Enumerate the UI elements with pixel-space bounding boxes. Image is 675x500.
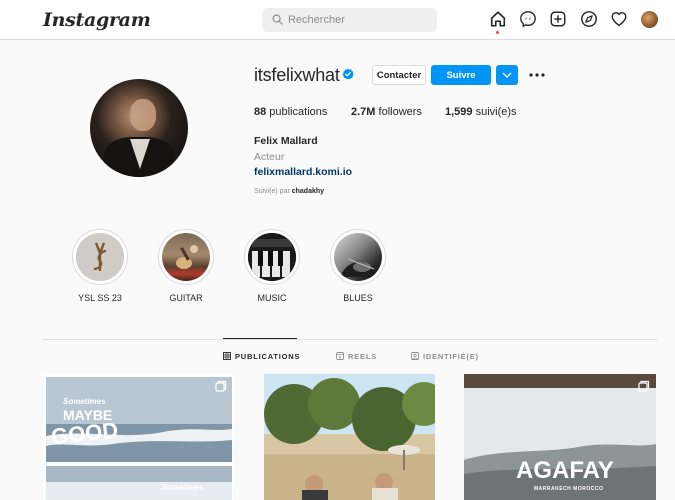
followed-by-user: chadakhy [291,188,325,195]
profile-full-name: Felix Mallard [254,135,318,147]
chevron-down-icon [502,72,512,79]
tagged-icon [411,352,419,360]
profile-username: itsfelixwhat [254,65,340,85]
carousel-icon [638,380,650,392]
profile-picture[interactable] [90,79,188,177]
tab-label: PUBLICATIONS [235,352,301,361]
post-text: AGAFAY [516,457,614,484]
post-thumbnail[interactable]: AGAFAY MARRAKECH MOROCCO [464,374,656,500]
highlight-ring [72,229,128,285]
tab-tagged[interactable]: IDENTIFIÉ(E) [411,352,479,361]
tab-publications[interactable]: PUBLICATIONS [223,352,300,361]
following-count-value: 1,599 [445,106,473,118]
followed-by[interactable]: Suivi(e) par chadakhy [254,188,324,195]
posts-count-value: 88 [254,106,267,118]
following-count-label: suivi(e)s [472,106,517,118]
highlight-ring [244,229,300,285]
search-icon [272,14,283,25]
highlight-music[interactable]: MUSIC [244,229,300,303]
instagram-logo[interactable]: Instagram [43,9,151,31]
highlight-ysl-ss-23[interactable]: YSL SS 23 [72,229,128,303]
tabs-divider [43,339,657,340]
guitar-photo-icon [176,245,198,269]
explore-icon[interactable] [580,10,598,28]
profile-picture-face [130,99,156,131]
reels-icon [336,352,344,360]
profile-category: Acteur [254,151,285,163]
carousel-icon [215,380,227,392]
tab-label: REELS [348,352,378,361]
followers-count-value: 2.7M [351,106,376,118]
search-box[interactable] [262,8,437,32]
highlight-label: BLUES [343,293,373,303]
following-count[interactable]: 1,599 suivi(e)s [445,106,517,118]
highlight-label: MUSIC [257,293,287,303]
highlight-blues[interactable]: BLUES [330,229,386,303]
tab-label: IDENTIFIÉ(E) [423,352,479,361]
messenger-icon[interactable] [519,10,537,28]
highlight-cover [248,233,296,281]
guitar-player-photo-icon [342,258,378,277]
post-thumbnail[interactable] [264,374,435,500]
post-text: Sometimes [63,397,106,406]
contact-button[interactable]: Contacter [372,65,426,85]
post-text: Sometimes [161,483,204,492]
followers-count[interactable]: 2.7M followers [351,106,422,118]
posts-count: 88 publications [254,106,327,118]
posts-count-label: publications [266,106,328,118]
top-navigation-bar: Instagram ⌄ [0,0,675,40]
post-image-agafay: AGAFAY MARRAKECH MOROCCO [464,374,656,500]
home-icon[interactable] [489,10,507,28]
chevron-down-icon[interactable]: ⌄ [116,13,124,24]
verified-badge-icon [342,68,354,80]
profile-website-link[interactable]: felixmallard.komi.io [254,166,352,178]
notification-dot [496,31,499,34]
highlight-guitar[interactable]: GUITAR [158,229,214,303]
follow-button[interactable]: Suivre [431,65,491,85]
post-text: MARRAKECH MOROCCO [534,486,603,492]
active-tab-indicator [223,338,297,339]
highlight-ring [330,229,386,285]
piano-keys-icon [248,233,296,281]
ysl-logo-icon [76,233,124,281]
highlight-cover [76,233,124,281]
post-image-garden-photo [264,374,435,500]
search-input[interactable] [288,8,428,32]
highlight-label: GUITAR [169,293,203,303]
new-post-icon[interactable] [549,10,567,28]
suggested-accounts-button[interactable] [496,65,518,85]
highlight-cover [162,233,210,281]
followers-count-label: followers [375,106,422,118]
highlight-cover [334,233,382,281]
heart-icon[interactable] [610,10,628,28]
more-options-icon[interactable] [528,68,546,82]
post-thumbnail[interactable]: Sometimes MAYBE GOOD Sometimes [43,374,233,500]
highlight-ring [158,229,214,285]
profile-avatar[interactable] [641,11,658,28]
post-image-surf-maybe-good: Sometimes MAYBE GOOD Sometimes [43,374,233,500]
tab-reels[interactable]: REELS [336,352,377,361]
highlight-label: YSL SS 23 [78,293,122,303]
followed-by-prefix: Suivi(e) par [254,188,292,195]
grid-icon [223,352,231,360]
